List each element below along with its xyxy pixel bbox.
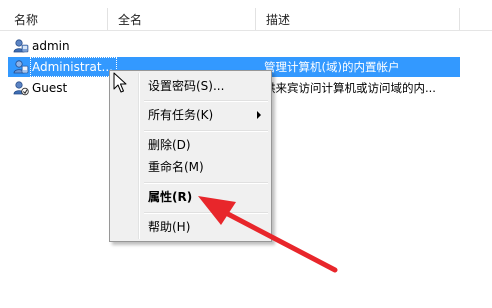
user-icon xyxy=(13,59,29,75)
menu-item-help[interactable]: 帮助(H) xyxy=(112,216,269,238)
column-header-description[interactable]: 描述 xyxy=(256,8,460,30)
menu-separator xyxy=(144,130,268,132)
submenu-arrow-icon xyxy=(257,111,261,119)
context-menu: 设置密码(S)... 所有任务(K) 删除(D) 重命名(M) 属性(R) 帮助… xyxy=(109,70,272,242)
menu-item-all-tasks[interactable]: 所有任务(K) xyxy=(112,104,269,126)
menu-item-delete[interactable]: 删除(D) xyxy=(112,134,269,156)
menu-item-rename[interactable]: 重命名(M) xyxy=(112,156,269,178)
menu-separator xyxy=(144,212,268,214)
menu-item-label: 所有任务(K) xyxy=(148,108,214,122)
user-row-admin[interactable]: admin xyxy=(8,36,460,56)
user-name: admin xyxy=(32,39,70,53)
user-description xyxy=(264,36,460,56)
menu-item-set-password[interactable]: 设置密码(S)... xyxy=(112,75,269,97)
user-disabled-icon xyxy=(13,80,29,96)
column-header-name[interactable]: 名称 xyxy=(4,8,108,30)
user-icon xyxy=(13,38,29,54)
menu-separator xyxy=(144,100,268,102)
mouse-cursor-icon xyxy=(113,72,127,93)
list-header: 名称 全名 描述 xyxy=(0,8,492,31)
user-name: Administrat... xyxy=(30,57,117,77)
menu-item-properties[interactable]: 属性(R) xyxy=(112,186,269,208)
column-header-fullname[interactable]: 全名 xyxy=(108,8,256,30)
user-description: 管理计算机(域)的内置帐户 xyxy=(264,60,400,74)
menu-separator xyxy=(144,182,268,184)
user-description: 供来宾访问计算机或访问域的内... xyxy=(264,81,436,95)
column-header-filler xyxy=(460,8,492,30)
user-name: Guest xyxy=(32,81,68,95)
